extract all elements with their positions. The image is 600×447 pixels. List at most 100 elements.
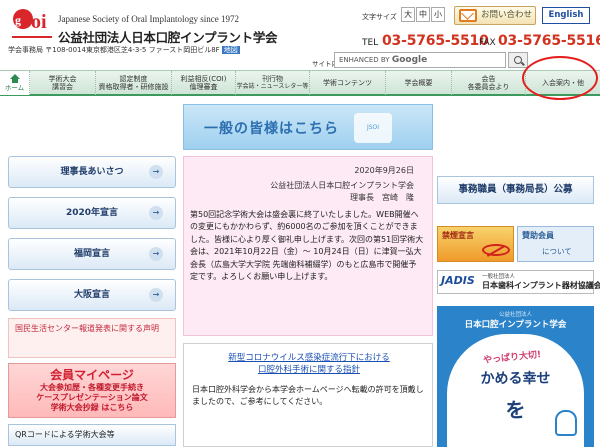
member-line: ケースプレゼンテーション論文 [36, 393, 148, 402]
member-line: 大会参加歴・各種変更手続き [40, 383, 144, 392]
search-button[interactable] [508, 52, 528, 68]
covid-guideline-link[interactable]: 新型コロナウイルス感染症流行下における 口腔外科手術に関する指針 [184, 352, 434, 376]
member-page-title: 会員マイページ [50, 368, 134, 382]
covid-title-line2: 口腔外科手術に関する指針 [257, 365, 360, 375]
nav-about[interactable]: 学会概要 [386, 71, 452, 95]
arrow-right-icon: → [149, 206, 163, 220]
no-smoking-title: 禁煙宣言 [442, 231, 474, 240]
nav-coi[interactable]: 利益相反(COI) 倫理審査 [172, 71, 236, 95]
home-icon [9, 74, 21, 83]
nav-item-line1: 認定制度 [119, 75, 148, 83]
address-text: 〒108-0014東京都港区芝4-3-5 ファースト岡田ビル8F [45, 46, 220, 54]
search-input[interactable]: ENHANCED BY Google [334, 52, 506, 68]
declaration-2020-button[interactable]: 2020年宣言 → [8, 197, 176, 229]
member-line: 学術大会抄録 はこちら [50, 403, 134, 412]
supporting-member-title: 賛助会員 [522, 231, 554, 240]
jadis-org-type: 一般社団法人 [482, 274, 516, 280]
kamu-speech-bubble: やっぱり大切! かめる幸せ を [447, 334, 584, 447]
nav-item-line1: 利益相反(COI) [180, 75, 227, 83]
nav-certification[interactable]: 認定制度 資格取得者・研修施設 [96, 71, 172, 95]
staff-recruitment-button[interactable]: 事務職員（事務局長）公募 [437, 176, 594, 204]
jadis-name: 日本歯科インプラント器材協議会 [482, 281, 600, 290]
covid-guideline-box: 新型コロナウイルス感染症流行下における 口腔外科手術に関する指針 日本口腔外科学… [183, 343, 433, 447]
arrow-right-icon: → [149, 165, 163, 179]
office-address: 学会事務局 〒108-0014東京都港区芝4-3-5 ファースト岡田ビル8F 地図 [8, 45, 240, 55]
contact-label: お問い合わせ [481, 10, 533, 20]
kamu-org-name: 日本口腔インプラント学会 [464, 320, 567, 330]
society-logo[interactable]: g oi [10, 6, 54, 42]
nav-home[interactable]: ホーム [0, 71, 30, 95]
english-button[interactable]: English [542, 7, 590, 24]
nav-item-line2: 各委員会より [467, 83, 510, 91]
kamu-headline: かめる幸せ [480, 371, 551, 387]
main-nav: ホーム 学術大会 講習会 認定制度 資格取得者・研修施設 利益相反(COI) 倫… [0, 70, 600, 96]
chairman-greeting-button[interactable]: 理事長あいさつ → [8, 156, 176, 188]
nav-item-line1: 会告 [481, 75, 496, 83]
message-signature: 理事長 宮崎 隆 [350, 193, 414, 202]
button-label: 理事長あいさつ [60, 167, 124, 177]
tel-label: TEL [362, 38, 379, 48]
search-placeholder-prefix: ENHANCED BY [339, 56, 390, 64]
fontsize-small-button[interactable]: 小 [431, 7, 445, 22]
nav-item-line2: 倫理審査 [189, 83, 218, 91]
page: g oi Japanese Society of Oral Implantolo… [0, 0, 600, 447]
svg-text:g: g [15, 13, 21, 27]
nav-item-line1: 入会案内・他 [542, 79, 584, 87]
banner-text: 一般の皆様はこちら [204, 121, 339, 137]
jadis-logo: JADIS [441, 274, 475, 287]
osaka-declaration-button[interactable]: 大阪宣言 → [8, 279, 176, 311]
kamu-tagline: やっぱり大切! [482, 349, 542, 367]
public-banner[interactable]: 一般の皆様はこちら JSOI [183, 104, 433, 150]
no-smoking-banner[interactable]: 禁煙宣言 [437, 226, 514, 262]
supporting-member-sub: について [542, 247, 572, 256]
kameru-shiawase-banner[interactable]: 公益社団法人 日本口腔インプラント学会 やっぱり大切! かめる幸せ を [437, 306, 594, 447]
arrow-right-icon: → [149, 247, 163, 261]
nav-item-line1: 刊行物 [262, 75, 283, 83]
map-link[interactable]: 地図 [221, 46, 240, 54]
supporting-member-banner[interactable]: 賛助会員 について [517, 226, 594, 262]
nav-item-line2: 学会誌・ニュースレター等 [236, 83, 309, 90]
arrow-right-icon: → [149, 288, 163, 302]
nav-item-line1: 学会概要 [404, 79, 433, 87]
nav-item-line2: 資格取得者・研修施設 [98, 83, 169, 91]
mail-icon [459, 9, 477, 22]
chairman-message: 2020年9月26日 公益社団法人日本口腔インプラント学会 理事長 宮崎 隆 第… [183, 156, 433, 336]
svg-text:oi: oi [31, 11, 47, 33]
nav-membership[interactable]: 入会案内・他 [526, 71, 600, 95]
society-name-en: Japanese Society of Oral Implantology si… [58, 14, 239, 24]
fontsize-medium-button[interactable]: 中 [416, 7, 430, 22]
button-label: 2020年宣言 [65, 208, 119, 218]
jadis-banner[interactable]: JADIS 一般社団法人 日本歯科インプラント器材協議会 [437, 270, 600, 294]
society-name-jp[interactable]: 公益社団法人日本口腔インプラント学会 [58, 27, 278, 46]
fontsize-large-button[interactable]: 大 [401, 7, 415, 22]
search-placeholder-brand: Google [391, 55, 428, 65]
nav-item-line2: 講習会 [52, 83, 73, 91]
nav-item-line1: 学術大会 [48, 75, 77, 83]
nav-publications[interactable]: 刊行物 学会誌・ニュースレター等 [236, 71, 310, 95]
message-body: 第50回記念学術大会は盛会裏に終了いたしました。WEB開催への変更にもかかわらず… [190, 210, 424, 282]
consumer-center-notice-link[interactable]: 国民生活センター報道発表に関する声明 [8, 318, 176, 358]
fax-label: FAX [479, 38, 496, 48]
address-prefix: 学会事務局 [8, 46, 43, 54]
nav-academic-meeting[interactable]: 学術大会 講習会 [30, 71, 96, 95]
message-date: 2020年9月26日 [354, 166, 414, 175]
button-label: 大阪宣言 [73, 290, 110, 300]
nav-academic-content[interactable]: 学術コンテンツ [310, 71, 386, 95]
covid-title-line1: 新型コロナウイルス感染症流行下における [228, 353, 390, 363]
fontsize-label: 文字サイズ [362, 13, 397, 21]
banner-badge: JSOI [354, 113, 392, 143]
fax-number: 03-5765-5516 [498, 33, 600, 49]
fukuoka-declaration-button[interactable]: 福岡宣言 → [8, 238, 176, 270]
qr-code-link[interactable]: QRコードによる学術大会等 [8, 424, 176, 446]
no-smoking-icon [482, 244, 510, 256]
tooth-icon [555, 410, 577, 436]
contact-button[interactable]: お問い合わせ [454, 6, 536, 25]
nav-announcements[interactable]: 会告 各委員会より [452, 71, 526, 95]
button-label: 福岡宣言 [73, 249, 110, 259]
tel-number: 03-5765-5510 [382, 33, 489, 49]
message-org: 公益社団法人日本口腔インプラント学会 [270, 181, 414, 190]
nav-home-label: ホーム [4, 84, 25, 92]
covid-body: 日本口腔外科学会から本学会ホームページへ転載の許可を頂戴しましたので、ご参考にし… [192, 385, 424, 406]
member-page-banner[interactable]: 会員マイページ 大会参加歴・各種変更手続き ケースプレゼンテーション論文 学術大… [8, 363, 176, 418]
nav-item-line1: 学術コンテンツ [323, 79, 372, 87]
